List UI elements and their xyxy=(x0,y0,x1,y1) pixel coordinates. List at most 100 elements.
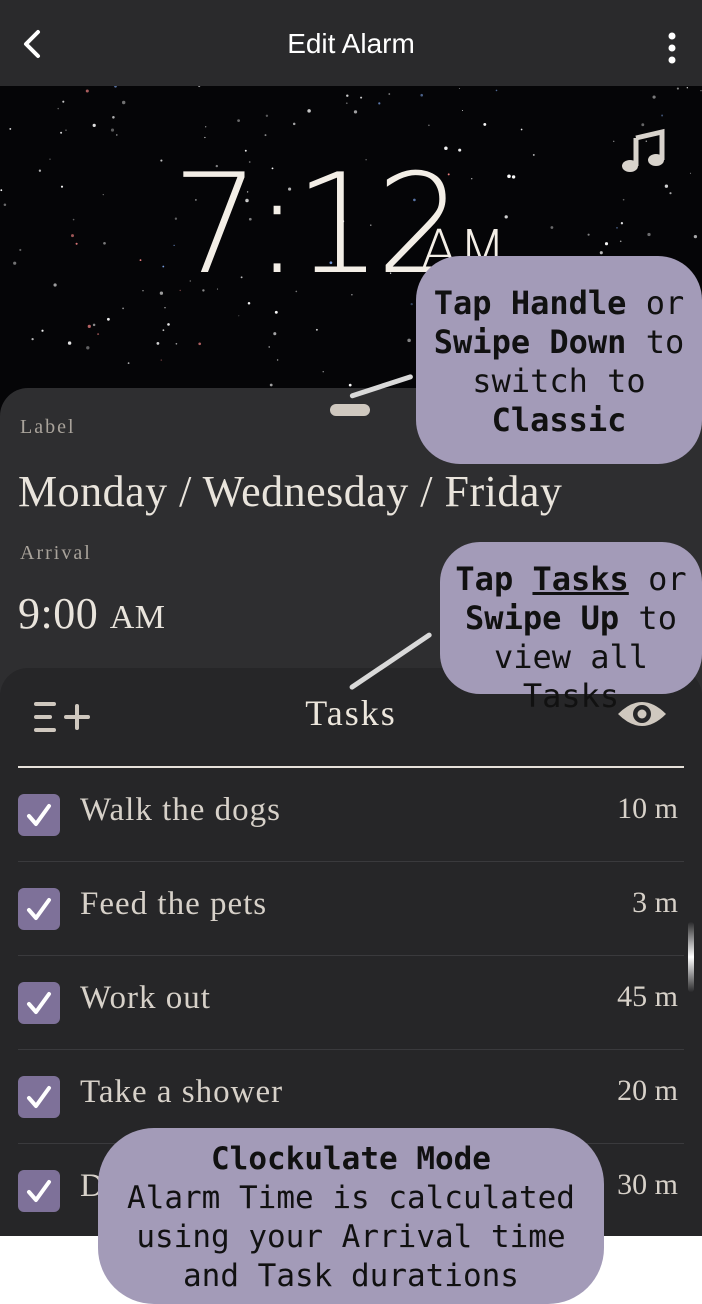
star xyxy=(647,232,651,237)
callout-text: view all Tasks xyxy=(493,638,649,715)
star xyxy=(652,95,656,99)
star xyxy=(532,153,535,156)
star xyxy=(599,251,603,255)
callout-text: Tap xyxy=(455,560,533,598)
callout-text: Clockulate Mode xyxy=(211,1141,491,1177)
task-duration: 10 m xyxy=(617,792,678,825)
sheet-handle[interactable] xyxy=(330,404,370,416)
task-checkbox[interactable] xyxy=(18,1076,60,1118)
star xyxy=(57,107,59,110)
callout-text: or xyxy=(626,284,685,322)
star xyxy=(0,189,3,192)
alarm-time: 7:12 xyxy=(172,144,464,305)
label-value[interactable]: Monday / Wednesday / Friday xyxy=(18,466,562,517)
scroll-indicator[interactable] xyxy=(688,922,694,992)
task-row[interactable]: Work out 45 m xyxy=(18,956,684,1050)
star xyxy=(116,134,118,136)
star xyxy=(345,102,348,105)
task-checkbox[interactable] xyxy=(18,888,60,930)
top-bar: Edit Alarm xyxy=(0,0,702,86)
checkmark-icon xyxy=(27,992,51,1014)
callout-mode-tip: Clockulate Mode Alarm Time is calculated… xyxy=(98,1128,604,1304)
checkmark-icon xyxy=(27,1180,51,1202)
star xyxy=(142,290,144,292)
callout-text: Swipe Up xyxy=(465,599,620,637)
star xyxy=(346,94,349,97)
star xyxy=(110,128,115,132)
star xyxy=(669,192,672,195)
star xyxy=(198,342,202,346)
star xyxy=(92,323,96,327)
star xyxy=(106,317,110,321)
star xyxy=(274,310,278,314)
star xyxy=(322,371,324,373)
task-checkbox[interactable] xyxy=(18,1170,60,1212)
star xyxy=(587,233,590,236)
star xyxy=(160,359,163,361)
star xyxy=(41,329,44,332)
star xyxy=(198,86,201,88)
star xyxy=(269,383,273,387)
task-duration: 3 m xyxy=(632,886,678,919)
callout-text: Swipe Down xyxy=(433,323,627,361)
task-name: Feed the pets xyxy=(80,886,268,922)
task-name: Work out xyxy=(80,980,211,1016)
star xyxy=(60,131,63,134)
star xyxy=(75,242,78,245)
task-name: Take a shower xyxy=(80,1074,284,1110)
callout-text: to xyxy=(626,323,685,361)
task-duration: 30 m xyxy=(617,1168,678,1201)
star xyxy=(31,337,34,341)
star xyxy=(65,129,67,131)
star xyxy=(237,119,240,122)
star xyxy=(71,234,74,238)
star xyxy=(156,342,160,345)
star xyxy=(38,169,42,172)
star xyxy=(122,307,124,310)
star xyxy=(102,193,104,196)
star xyxy=(273,332,277,336)
star xyxy=(388,93,391,95)
arrival-meridiem: AM xyxy=(109,599,166,636)
star xyxy=(103,241,106,245)
star xyxy=(461,109,464,112)
task-checkbox[interactable] xyxy=(18,794,60,836)
task-row[interactable]: Feed the pets 3 m xyxy=(18,862,684,956)
star xyxy=(238,315,240,317)
star xyxy=(13,261,17,265)
star xyxy=(175,342,178,345)
task-row[interactable]: Walk the dogs 10 m xyxy=(18,768,684,862)
more-vertical-icon[interactable] xyxy=(662,28,682,68)
star xyxy=(458,87,460,90)
task-checkbox[interactable] xyxy=(18,982,60,1024)
callout-text: using your Arrival time xyxy=(136,1219,566,1255)
star xyxy=(470,177,473,180)
star xyxy=(641,123,645,127)
star xyxy=(700,90,702,92)
arrival-time: 9:00 xyxy=(18,589,99,638)
star xyxy=(127,362,130,364)
music-note-icon[interactable] xyxy=(620,128,668,176)
star xyxy=(268,346,270,348)
star xyxy=(420,93,423,97)
callout-text: switch to xyxy=(472,362,646,400)
star xyxy=(550,226,554,229)
star xyxy=(67,341,72,345)
star xyxy=(85,89,89,93)
star xyxy=(428,124,430,127)
star xyxy=(616,227,618,229)
callout-text: or xyxy=(628,560,687,598)
checkmark-icon xyxy=(27,1086,51,1108)
callout-text: Alarm Time is calculated xyxy=(127,1180,575,1216)
arrival-caption: Arrival xyxy=(20,542,92,564)
star xyxy=(139,259,142,262)
star xyxy=(661,114,664,117)
star xyxy=(292,122,296,126)
callout-tasks-tip: Tap Tasks or Swipe Up to view all Tasks xyxy=(440,542,702,715)
star xyxy=(676,87,679,90)
star xyxy=(693,234,698,239)
star xyxy=(264,134,267,137)
page-title: Edit Alarm xyxy=(287,28,415,59)
star xyxy=(162,265,165,268)
arrival-time-field[interactable]: 9:00 AM xyxy=(18,588,166,639)
